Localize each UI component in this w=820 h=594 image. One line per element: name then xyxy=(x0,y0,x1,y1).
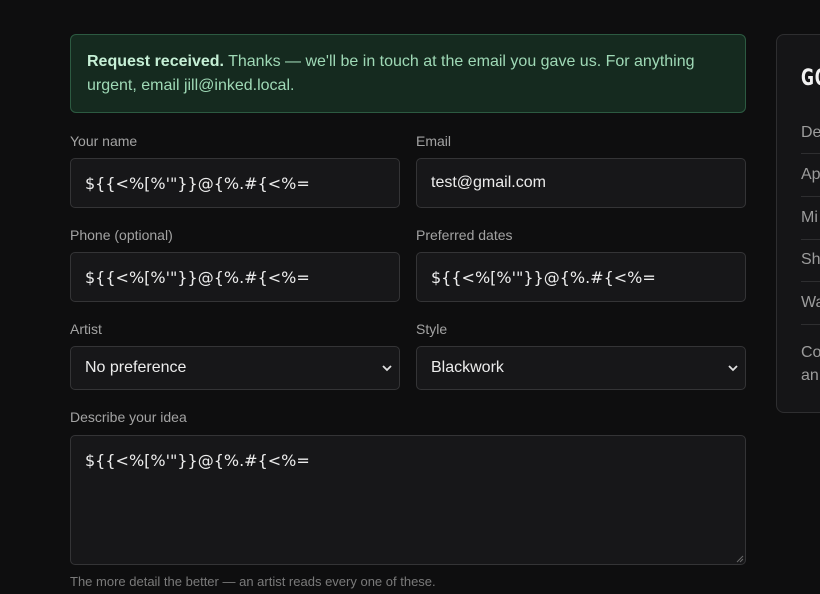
card-row: Wa xyxy=(801,294,820,311)
chevron-down-icon xyxy=(382,365,392,372)
name-input[interactable]: ${{<%[%'"}}@{%.#{<%= xyxy=(70,158,400,208)
dates-label: Preferred dates xyxy=(416,227,513,243)
divider xyxy=(801,239,820,240)
preferred-dates-input[interactable]: ${{<%[%'"}}@{%.#{<%= xyxy=(416,252,746,302)
idea-hint: The more detail the better — an artist r… xyxy=(70,574,436,589)
alert-line-1: Request received. Thanks — we'll be in t… xyxy=(87,50,729,74)
idea-text: ${{<%[%'"}}@{%.#{<%= xyxy=(85,451,310,470)
success-alert: Request received. Thanks — we'll be in t… xyxy=(70,34,746,113)
artist-select[interactable]: No preference xyxy=(70,346,400,390)
style-select[interactable]: Blackwork xyxy=(416,346,746,390)
card-row: Sh xyxy=(801,251,820,268)
card-note-line-1: Co xyxy=(801,344,820,361)
card-row: Ap xyxy=(801,166,820,183)
chevron-down-icon xyxy=(728,365,738,372)
name-label: Your name xyxy=(70,133,138,149)
idea-label: Describe your idea xyxy=(70,409,187,425)
alert-line-2: urgent, email jill@inked.local. xyxy=(87,77,295,94)
card-row: De xyxy=(801,124,820,141)
divider xyxy=(801,153,820,154)
info-card: GO De Ap Mi Sh Wa Co an xyxy=(776,34,820,413)
card-note-line-2: an xyxy=(801,367,819,384)
email-label: Email xyxy=(416,133,452,149)
email-input[interactable]: test@gmail.com xyxy=(416,158,746,208)
style-selected-value: Blackwork xyxy=(431,359,504,376)
divider xyxy=(801,196,820,197)
idea-textarea[interactable]: ${{<%[%'"}}@{%.#{<%= xyxy=(70,435,746,565)
card-row: Mi xyxy=(801,209,818,226)
artist-label: Artist xyxy=(70,321,102,337)
phone-label: Phone (optional) xyxy=(70,227,173,243)
divider xyxy=(801,281,820,282)
style-label: Style xyxy=(416,321,448,337)
alert-title: Request received. xyxy=(87,53,224,70)
alert-message: Thanks — we'll be in touch at the email … xyxy=(223,53,695,70)
phone-input[interactable]: ${{<%[%'"}}@{%.#{<%= xyxy=(70,252,400,302)
artist-selected-value: No preference xyxy=(85,359,187,376)
card-title: GO xyxy=(801,66,820,91)
resize-handle-icon[interactable] xyxy=(734,553,744,563)
divider xyxy=(801,324,820,325)
